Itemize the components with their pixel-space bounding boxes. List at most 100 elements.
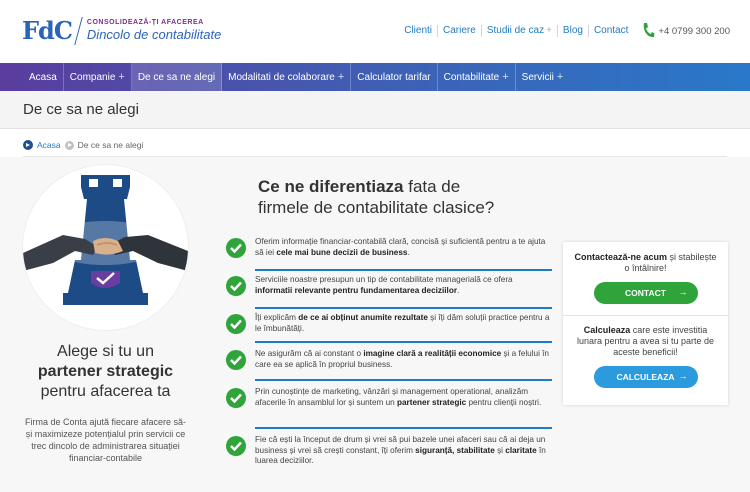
left-column: Alege si tu un partener strategic pentru…: [23, 165, 188, 464]
partner-tagline: Alege si tu un partener strategic pentru…: [23, 342, 188, 402]
check-medal-icon: [226, 314, 246, 334]
topnav-studii-label: Studii de caz: [486, 25, 545, 36]
check-medal-icon: [226, 238, 246, 258]
heading-rest-1: fata de: [403, 177, 461, 196]
partner-illustration: [23, 165, 188, 330]
main-nav: Acasa Companie + De ce sa ne alegi Modali…: [0, 63, 750, 91]
tagline-line-2: partener strategic: [37, 363, 174, 380]
nav-calculator[interactable]: Calculator tarifar: [351, 63, 438, 91]
logo-divider: [74, 16, 83, 45]
arrow-right-icon: →: [678, 371, 688, 381]
check-medal-icon: [226, 276, 246, 296]
nav-servicii[interactable]: Servicii +: [516, 63, 570, 91]
text-part: Îți explicăm: [255, 313, 299, 322]
list-item-text: Fie că ești la început de drum și vrei s…: [255, 433, 552, 467]
text-part: Serviciile noastre presupun un tip de co…: [255, 275, 513, 284]
nav-companie[interactable]: Companie +: [64, 63, 132, 91]
list-item: Serviciile noastre presupun un tip de co…: [226, 271, 552, 309]
site-logo[interactable]: FdC CONSOLIDEAZĂ-ȚI AFACEREA Dincolo de …: [22, 16, 221, 45]
text-part: .: [407, 247, 410, 257]
breadcrumb-home-icon: [23, 140, 33, 150]
card-divider: [563, 315, 728, 316]
nav-modalitati[interactable]: Modalitati de colaborare +: [222, 63, 352, 91]
phone-number[interactable]: +4 0799 300 200: [641, 22, 730, 40]
text-bold: imagine clară a realității economice: [363, 349, 502, 358]
list-item: Fie că ești la început de drum și vrei s…: [226, 431, 552, 473]
check-medal-icon: [226, 388, 246, 408]
topnav-clienti[interactable]: Clienti: [399, 25, 439, 37]
item-divider: [255, 427, 552, 429]
logo-tagline: CONSOLIDEAZĂ-ȚI AFACEREA: [86, 19, 204, 26]
list-item-text: Prin cunoștințe de marketing, vânzări și…: [255, 385, 552, 408]
list-item-text: Oferim informație financiar-contabilă cl…: [255, 235, 552, 258]
calculator-prompt: Calculeaza care este investitia lunara p…: [563, 325, 728, 358]
site-header: FdC CONSOLIDEAZĂ-ȚI AFACEREA Dincolo de …: [0, 0, 750, 63]
nav-contabilitate-label: Contabilitate: [443, 71, 500, 83]
logo-name: Dincolo de contabilitate: [86, 27, 222, 42]
list-item: Ne asigurăm că ai constant o imagine cla…: [226, 345, 552, 381]
top-nav: Clienti Cariere Studii de caz + Blog Cont…: [399, 22, 730, 40]
page-title: De ce sa ne alegi: [23, 101, 139, 118]
item-divider: [255, 379, 552, 381]
breadcrumb-separator-icon: [64, 140, 74, 150]
nav-modalitati-label: Modalitati de colaborare: [228, 71, 335, 83]
contact-button-label: CONTACT: [625, 288, 666, 298]
contact-prompt: Contactează-ne acum și stabilește o întâ…: [563, 252, 728, 274]
plus-icon: +: [502, 71, 509, 83]
check-medal-icon: [226, 350, 246, 370]
topnav-blog[interactable]: Blog: [558, 25, 589, 37]
arrow-right-icon: →: [678, 287, 688, 297]
plus-icon: +: [118, 71, 125, 83]
list-item-text: Serviciile noastre presupun un tip de co…: [255, 273, 552, 296]
nav-de-ce-label: De ce sa ne alegi: [137, 71, 216, 83]
list-item: Îți explicăm de ce ai obținut anumite re…: [226, 309, 552, 343]
logo-mark: FdC: [22, 16, 73, 45]
phone-icon: [644, 23, 655, 38]
text-bold: informatii relevante pentru fundamentare…: [255, 285, 458, 295]
tagline-line-3: pentru afacerea ta: [40, 383, 171, 400]
text-bold: cele mai bune decizii de business: [276, 247, 408, 257]
text-bold: claritate: [505, 445, 537, 455]
heading-bold: Ce ne diferentiaza: [258, 177, 404, 196]
text-bold: partener strategic: [397, 397, 467, 407]
topnav-contact[interactable]: Contact: [589, 25, 633, 37]
nav-companie-label: Companie: [69, 71, 116, 83]
breadcrumb-current: De ce sa ne alegi: [77, 140, 144, 150]
benefits-list: Oferim informație financiar-contabilă cl…: [226, 233, 552, 473]
calculator-prompt-bold: Calculeaza: [583, 325, 631, 335]
check-medal-icon: [226, 436, 246, 456]
section-heading: Ce ne diferentiaza fata de firmele de co…: [258, 176, 548, 218]
phone-text: +4 0799 300 200: [658, 25, 730, 37]
list-item: Oferim informație financiar-contabilă cl…: [226, 233, 552, 271]
text-part: și: [494, 445, 506, 455]
nav-acasa-label: Acasa: [29, 71, 57, 83]
nav-acasa[interactable]: Acasa: [23, 63, 64, 91]
company-description: Firma de Conta ajută fiecare afacere să-…: [24, 417, 187, 463]
text-bold: de ce ai obținut anumite rezultate: [298, 313, 428, 322]
nav-de-ce-sa-ne-alegi[interactable]: De ce sa ne alegi: [131, 63, 223, 91]
topnav-studii-de-caz[interactable]: Studii de caz +: [482, 25, 558, 37]
calculate-button[interactable]: CALCULEAZA →: [593, 366, 698, 388]
calculate-button-label: CALCULEAZA: [616, 372, 675, 382]
cta-card: Contactează-ne acum și stabilește o întâ…: [563, 242, 728, 405]
plus-icon: +: [546, 25, 552, 36]
breadcrumb-home[interactable]: Acasa: [37, 140, 61, 150]
list-item: Prin cunoștințe de marketing, vânzări și…: [226, 383, 552, 429]
text-part: pentru clienții noștri.: [466, 397, 542, 407]
tagline-line-1: Alege si tu un: [57, 343, 154, 360]
contact-button[interactable]: CONTACT →: [593, 282, 698, 304]
plus-icon: +: [556, 71, 564, 83]
heading-rest-2: firmele de contabilitate clasice?: [258, 198, 495, 217]
text-part: Ne asigurăm că ai constant o: [255, 349, 364, 358]
topnav-cariere[interactable]: Cariere: [438, 25, 482, 37]
logo-text: CONSOLIDEAZĂ-ȚI AFACEREA Dincolo de cont…: [87, 19, 221, 42]
text-part: .: [457, 285, 460, 295]
page-title-bar: De ce sa ne alegi: [0, 91, 750, 129]
list-item-text: Îți explicăm de ce ai obținut anumite re…: [255, 311, 552, 334]
nav-contabilitate[interactable]: Contabilitate +: [438, 63, 516, 91]
item-divider: [255, 341, 552, 343]
plus-icon: +: [337, 71, 345, 83]
text-bold: siguranță, stabilitate: [415, 445, 495, 455]
list-item-text: Ne asigurăm că ai constant o imagine cla…: [255, 347, 552, 370]
nav-servicii-label: Servicii: [521, 71, 554, 83]
